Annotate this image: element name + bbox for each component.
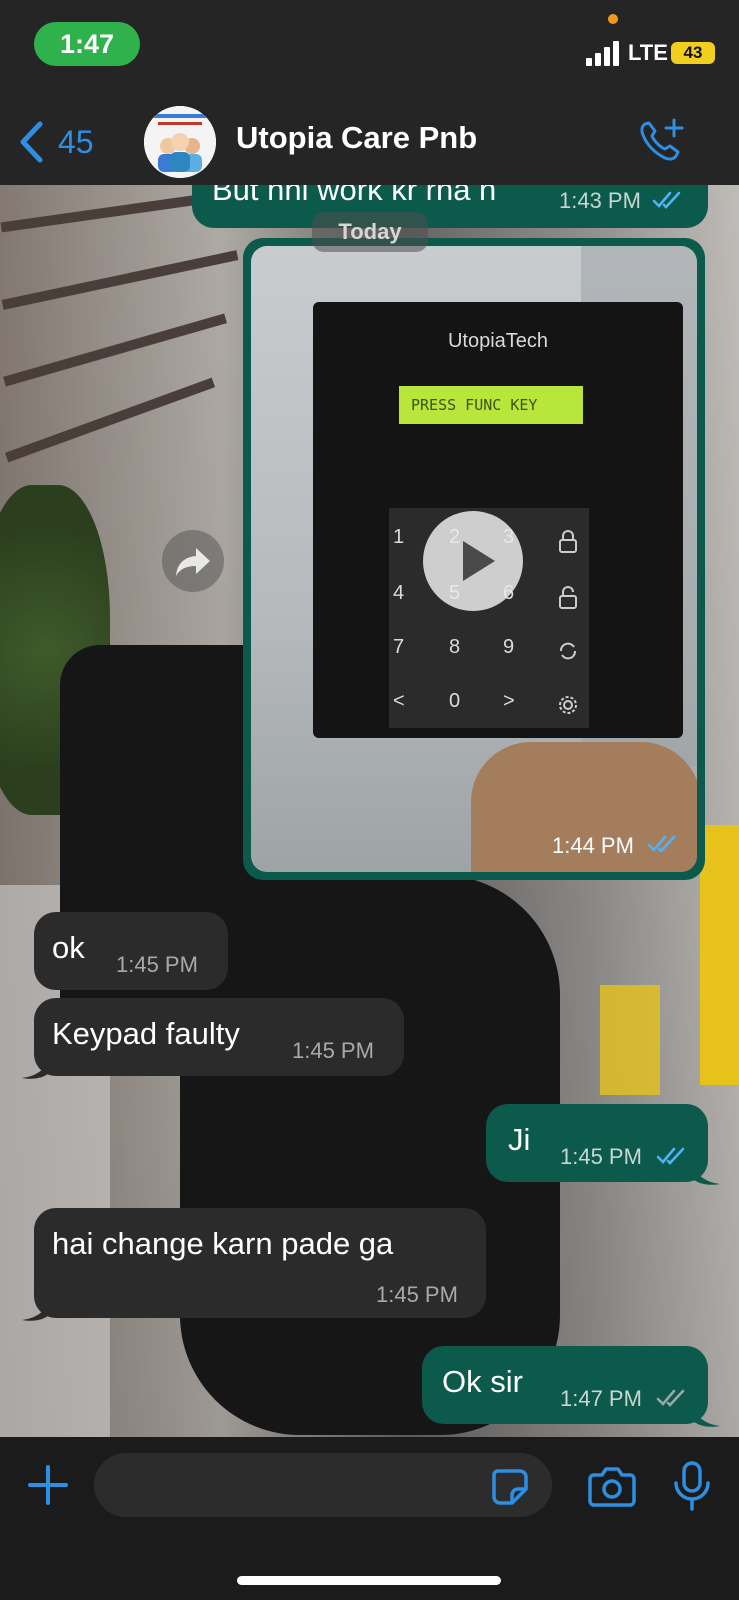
message-bubble-outgoing[interactable]: Ji 1:45 PM xyxy=(486,1104,708,1182)
settings-gear-icon xyxy=(559,696,577,714)
bubble-tail xyxy=(22,1058,50,1079)
sticker-button[interactable] xyxy=(490,1467,530,1512)
delivered-ticks-icon xyxy=(656,1389,685,1407)
message-bubble-incoming[interactable]: ok 1:45 PM xyxy=(34,912,228,990)
read-ticks-icon xyxy=(656,1147,685,1165)
video-thumbnail[interactable]: UtopiaTech PRESS FUNC KEY 1 2 3 4 5 6 7 … xyxy=(251,246,697,872)
bubble-tail xyxy=(692,1406,720,1427)
message-time: 1:43 PM xyxy=(559,188,641,213)
plus-icon xyxy=(28,1465,68,1505)
back-button[interactable]: 45 xyxy=(18,118,94,166)
status-bar: 1:47 LTE 43 xyxy=(0,0,739,100)
message-text: Ok sir xyxy=(442,1364,523,1399)
signal-icon xyxy=(586,40,626,66)
status-time: 1:47 xyxy=(34,22,140,66)
message-text: Ji xyxy=(508,1122,531,1157)
message-time: 1:47 PM xyxy=(560,1386,642,1411)
camera-button[interactable] xyxy=(588,1465,636,1512)
avatar[interactable] xyxy=(144,106,216,178)
message-input-bar xyxy=(0,1437,739,1600)
message-time: 1:45 PM xyxy=(376,1282,458,1307)
keypad-key: 7 xyxy=(393,636,405,658)
unlock-icon xyxy=(559,586,577,609)
unread-count: 45 xyxy=(58,123,94,160)
message-bubble-incoming[interactable]: hai change karn pade ga 1:45 PM xyxy=(34,1208,486,1318)
message-time: 1:45 PM xyxy=(560,1144,642,1169)
chevron-left-icon xyxy=(20,121,43,163)
keypad-key: 8 xyxy=(449,636,461,658)
message-time: 1:45 PM xyxy=(292,1038,374,1063)
add-call-button[interactable] xyxy=(636,116,686,171)
camera-icon xyxy=(588,1467,636,1507)
privacy-indicator-dot xyxy=(608,14,618,24)
message-text: Keypad faulty xyxy=(52,1016,240,1051)
play-icon xyxy=(463,541,495,581)
phone-plus-icon xyxy=(640,118,684,161)
message-time: 1:44 PM xyxy=(552,833,634,858)
bubble-tail xyxy=(692,1164,720,1185)
device-brand-label: UtopiaTech xyxy=(447,330,549,352)
battery-icon: 43 xyxy=(671,42,715,64)
message-text: ok xyxy=(52,930,85,965)
message-input[interactable] xyxy=(94,1453,552,1517)
read-ticks-icon xyxy=(647,835,676,853)
play-video-button[interactable] xyxy=(423,511,523,611)
network-type: LTE xyxy=(628,40,668,65)
keypad-key: 1 xyxy=(393,526,405,548)
forward-button[interactable] xyxy=(162,530,224,592)
message-time: 1:45 PM xyxy=(116,952,198,977)
lock-icon xyxy=(559,530,577,553)
message-text: hai change karn pade ga xyxy=(52,1226,394,1261)
keypad-key: 0 xyxy=(449,690,461,712)
chat-title[interactable]: Utopia Care Pnb xyxy=(236,120,477,156)
video-message[interactable]: UtopiaTech PRESS FUNC KEY 1 2 3 4 5 6 7 … xyxy=(243,238,705,880)
sticker-icon xyxy=(492,1469,528,1505)
keypad-key: < xyxy=(393,690,405,712)
bubble-tail xyxy=(22,1300,50,1321)
microphone-icon xyxy=(674,1461,710,1511)
group-avatar-icon xyxy=(144,106,216,178)
read-ticks-icon xyxy=(652,191,681,209)
keypad-key: > xyxy=(503,690,515,712)
attach-button[interactable] xyxy=(26,1463,70,1512)
date-separator: Today xyxy=(312,212,428,252)
keypad-key: 4 xyxy=(393,582,405,604)
device-lcd-text: PRESS FUNC KEY xyxy=(399,386,583,424)
forward-arrow-icon xyxy=(176,548,210,576)
microphone-button[interactable] xyxy=(672,1461,712,1516)
keypad-key: 9 xyxy=(503,636,515,658)
refresh-icon xyxy=(560,642,576,660)
header-overlay: 45 Utopia Care Pnb xyxy=(0,100,739,185)
message-bubble-incoming[interactable]: Keypad faulty 1:45 PM xyxy=(34,998,404,1076)
home-indicator xyxy=(237,1576,501,1585)
message-bubble-outgoing[interactable]: Ok sir 1:47 PM xyxy=(422,1346,708,1424)
